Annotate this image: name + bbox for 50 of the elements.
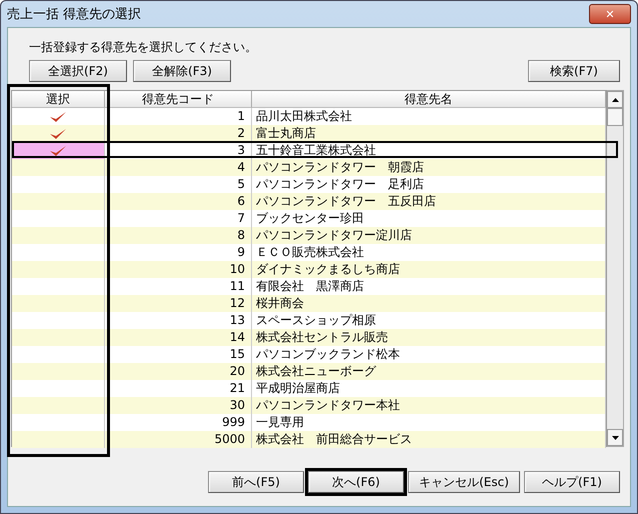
table-cell: 富士丸商店 (252, 125, 606, 142)
scrollbar-thumb[interactable] (607, 108, 623, 126)
scroll-up-button[interactable] (607, 91, 623, 108)
table-cell: 12 (105, 295, 252, 312)
select-cell[interactable] (12, 295, 105, 312)
table-cell: 4 (105, 159, 252, 176)
scroll-down-button[interactable] (607, 429, 623, 446)
select-cell[interactable] (12, 227, 105, 244)
table-cell: 30 (105, 397, 252, 414)
table-cell: ダイナミックまるしち商店 (252, 261, 606, 278)
table-cell: 株式会社セントラル販売 (252, 329, 606, 346)
previous-button[interactable]: 前へ(F5) (208, 471, 304, 493)
select-cell[interactable] (12, 329, 105, 346)
select-cell[interactable] (12, 363, 105, 380)
table-cell: 8 (105, 227, 252, 244)
table-cell: パソコンランドタワー本社 (252, 397, 606, 414)
search-button[interactable]: 検索(F7) (528, 60, 620, 82)
table-cell: 2 (105, 125, 252, 142)
select-all-button[interactable]: 全選択(F2) (29, 60, 127, 82)
checkmark-icon (49, 110, 67, 122)
select-cell[interactable] (12, 261, 105, 278)
window-title: 売上一括 得意先の選択 (7, 6, 142, 23)
down-arrow-icon (612, 436, 619, 440)
table-cell: 14 (105, 329, 252, 346)
table-cell: 6 (105, 193, 252, 210)
table-cell: パソコンランドタワー 五反田店 (252, 193, 606, 210)
select-cell[interactable] (12, 159, 105, 176)
next-button[interactable]: 次へ(F6) (308, 471, 404, 493)
column-header[interactable]: 得意先名 (252, 91, 606, 108)
table-cell: パソコンランドタワー 朝霞店 (252, 159, 606, 176)
table-cell: 株式会社 前田総合サービス (252, 431, 606, 448)
table-cell: パソコンランドタワー淀川店 (252, 227, 606, 244)
select-cell[interactable] (12, 193, 105, 210)
column-header[interactable]: 選択 (12, 91, 105, 108)
table-cell: 桜井商会 (252, 295, 606, 312)
table-cell: 20 (105, 363, 252, 380)
deselect-all-button[interactable]: 全解除(F3) (133, 60, 231, 82)
select-cell[interactable] (12, 125, 105, 142)
select-cell[interactable] (12, 397, 105, 414)
checkmark-icon (49, 128, 67, 140)
up-arrow-icon (612, 98, 619, 102)
select-cell[interactable] (12, 431, 105, 448)
table-cell: 株式会社ニューボーグ (252, 363, 606, 380)
instruction-text: 一括登録する得意先を選択してください。 (29, 39, 258, 56)
table-cell: 5000 (105, 431, 252, 448)
column-header[interactable]: 得意先コード (105, 91, 252, 108)
help-button[interactable]: ヘルプ(F1) (524, 471, 620, 493)
checkmark-icon (49, 144, 67, 156)
cancel-button[interactable]: キャンセル(Esc) (408, 471, 520, 493)
table-cell: 10 (105, 261, 252, 278)
